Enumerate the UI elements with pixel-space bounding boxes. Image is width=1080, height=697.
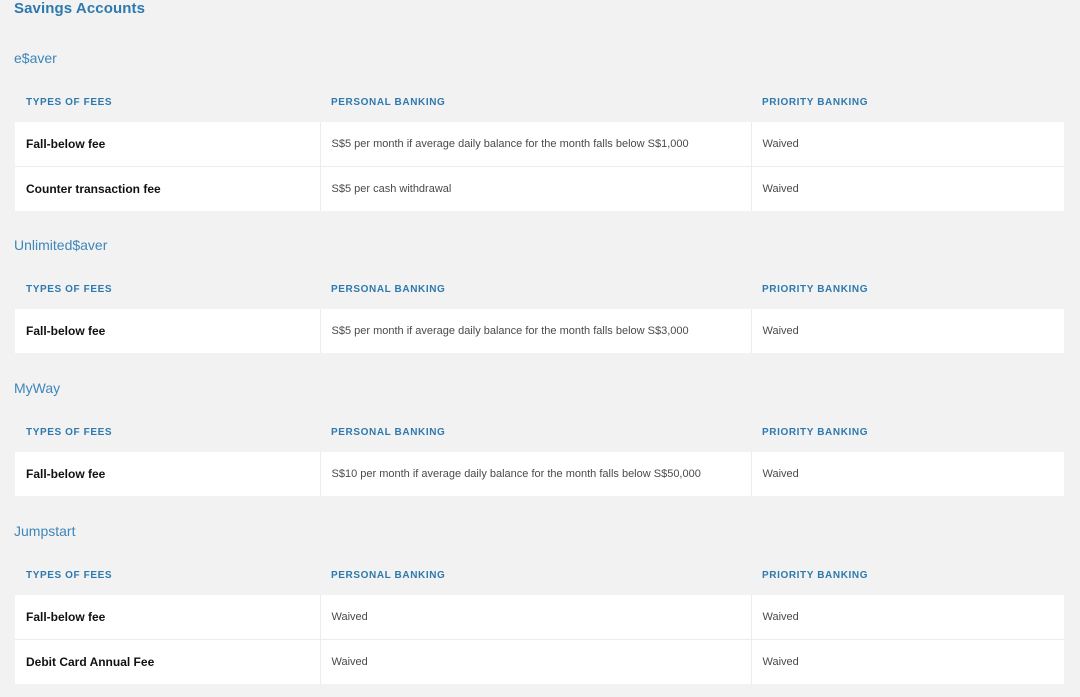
column-header-types-of-fees: TYPES OF FEES [15, 269, 320, 309]
table-header-row: TYPES OF FEES PERSONAL BANKING PRIORITY … [15, 82, 1064, 122]
column-header-priority-banking: PRIORITY BANKING [751, 555, 1064, 595]
fee-type-cell: Fall-below fee [15, 452, 320, 496]
personal-banking-cell: S$5 per cash withdrawal [319, 166, 751, 211]
personal-banking-cell: Waived [319, 595, 751, 640]
table-header-row: TYPES OF FEES PERSONAL BANKING PRIORITY … [15, 412, 1064, 452]
column-header-priority-banking: PRIORITY BANKING [751, 269, 1064, 309]
personal-banking-cell: S$10 per month if average daily balance … [319, 452, 751, 496]
fee-table-myway: TYPES OF FEES PERSONAL BANKING PRIORITY … [15, 412, 1064, 496]
table-row: Counter transaction fee S$5 per cash wit… [15, 166, 1064, 211]
column-header-types-of-fees: TYPES OF FEES [15, 82, 320, 122]
fee-type-cell: Debit Card Annual Fee [15, 639, 320, 684]
savings-accounts-page: Savings Accounts e$aver TYPES OF FEES PE… [0, 0, 1080, 697]
table-row: Fall-below fee S$5 per month if average … [15, 309, 1064, 353]
table-row: Fall-below fee Waived Waived [15, 595, 1064, 640]
fee-table-jumpstart: TYPES OF FEES PERSONAL BANKING PRIORITY … [15, 555, 1064, 684]
priority-banking-cell: Waived [750, 452, 1064, 496]
column-header-priority-banking: PRIORITY BANKING [751, 82, 1064, 122]
section-title-myway: MyWay [14, 380, 61, 396]
priority-banking-cell: Waived [750, 595, 1064, 640]
column-header-types-of-fees: TYPES OF FEES [15, 555, 320, 595]
fee-type-cell: Counter transaction fee [15, 166, 320, 211]
personal-banking-cell: S$5 per month if average daily balance f… [319, 309, 751, 353]
column-header-types-of-fees: TYPES OF FEES [15, 412, 320, 452]
column-header-priority-banking: PRIORITY BANKING [751, 412, 1064, 452]
column-header-personal-banking: PERSONAL BANKING [320, 412, 751, 452]
fee-type-cell: Fall-below fee [15, 309, 320, 353]
personal-banking-cell: Waived [319, 639, 751, 684]
table-row: Debit Card Annual Fee Waived Waived [15, 639, 1064, 684]
fee-table-esaver: TYPES OF FEES PERSONAL BANKING PRIORITY … [15, 82, 1064, 211]
page-title: Savings Accounts [14, 0, 146, 17]
priority-banking-cell: Waived [750, 639, 1064, 684]
priority-banking-cell: Waived [750, 309, 1064, 353]
column-header-personal-banking: PERSONAL BANKING [320, 82, 751, 122]
priority-banking-cell: Waived [750, 122, 1064, 167]
section-title-jumpstart: Jumpstart [14, 523, 76, 539]
section-title-esaver: e$aver [14, 50, 57, 66]
personal-banking-cell: S$5 per month if average daily balance f… [319, 122, 751, 167]
table-row: Fall-below fee S$5 per month if average … [15, 122, 1064, 167]
section-title-unlimited-saver: Unlimited$aver [14, 237, 108, 253]
column-header-personal-banking: PERSONAL BANKING [320, 269, 751, 309]
table-row: Fall-below fee S$10 per month if average… [15, 452, 1064, 496]
fee-table-unlimited-saver: TYPES OF FEES PERSONAL BANKING PRIORITY … [15, 269, 1064, 353]
table-header-row: TYPES OF FEES PERSONAL BANKING PRIORITY … [15, 269, 1064, 309]
column-header-personal-banking: PERSONAL BANKING [320, 555, 751, 595]
table-header-row: TYPES OF FEES PERSONAL BANKING PRIORITY … [15, 555, 1064, 595]
priority-banking-cell: Waived [750, 166, 1064, 211]
fee-type-cell: Fall-below fee [15, 122, 320, 167]
fee-type-cell: Fall-below fee [15, 595, 320, 640]
